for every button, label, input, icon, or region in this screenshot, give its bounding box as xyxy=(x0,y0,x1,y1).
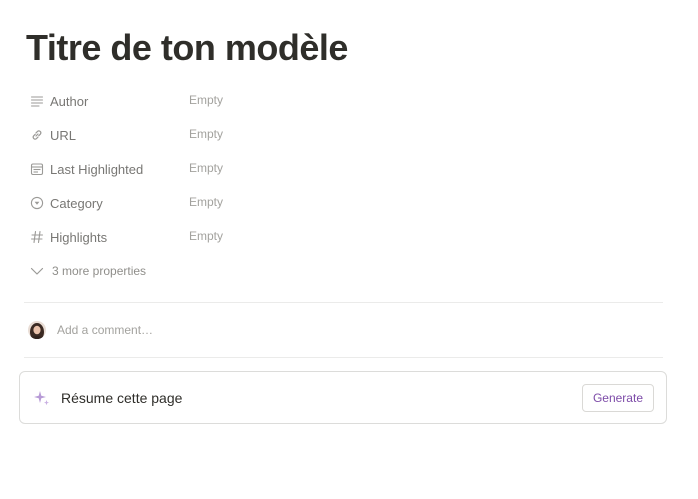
property-row-category: Category Empty xyxy=(24,186,664,220)
property-label: Author xyxy=(50,93,89,109)
property-value-author[interactable]: Empty xyxy=(183,89,229,111)
property-label: Last Highlighted xyxy=(50,161,144,177)
property-name-url[interactable]: URL xyxy=(24,120,183,150)
property-row-last-highlighted: Last Highlighted Empty xyxy=(24,152,664,186)
property-label: Category xyxy=(50,195,103,211)
ai-prompt-text[interactable]: Résume cette page xyxy=(61,390,582,406)
property-name-last-highlighted[interactable]: Last Highlighted xyxy=(24,154,183,184)
property-name-author[interactable]: Author xyxy=(24,86,183,116)
link-icon xyxy=(30,128,44,142)
divider xyxy=(24,302,663,303)
calendar-icon xyxy=(30,162,44,176)
select-circle-icon xyxy=(30,196,44,210)
property-value-url[interactable]: Empty xyxy=(183,123,229,145)
divider xyxy=(24,357,663,358)
generate-button[interactable]: Generate xyxy=(581,383,654,412)
property-row-author: Author Empty xyxy=(24,84,664,118)
sparkle-icon xyxy=(33,389,51,407)
hash-icon xyxy=(30,230,44,244)
page-title[interactable]: Titre de ton modèle xyxy=(26,26,348,70)
comment-input[interactable] xyxy=(57,323,557,337)
properties-list: Author Empty URL Empty Last Highlighted … xyxy=(24,84,664,288)
ai-summary-block: Résume cette page Generate xyxy=(19,371,667,424)
more-properties-toggle[interactable]: 3 more properties xyxy=(24,254,664,288)
property-name-highlights[interactable]: Highlights xyxy=(24,222,183,252)
property-label: URL xyxy=(50,127,77,143)
avatar xyxy=(28,321,46,339)
property-value-highlights[interactable]: Empty xyxy=(183,225,229,247)
property-name-category[interactable]: Category xyxy=(24,188,183,218)
property-row-highlights: Highlights Empty xyxy=(24,220,664,254)
property-value-last-highlighted[interactable]: Empty xyxy=(183,157,229,179)
text-lines-icon xyxy=(30,94,44,108)
property-row-url: URL Empty xyxy=(24,118,664,152)
page: Titre de ton modèle Author Empty URL Emp… xyxy=(0,0,698,499)
comment-bar xyxy=(28,320,557,340)
property-value-category[interactable]: Empty xyxy=(183,191,229,213)
more-properties-label: 3 more properties xyxy=(52,264,147,278)
property-label: Highlights xyxy=(50,229,108,245)
chevron-down-icon xyxy=(30,264,44,278)
